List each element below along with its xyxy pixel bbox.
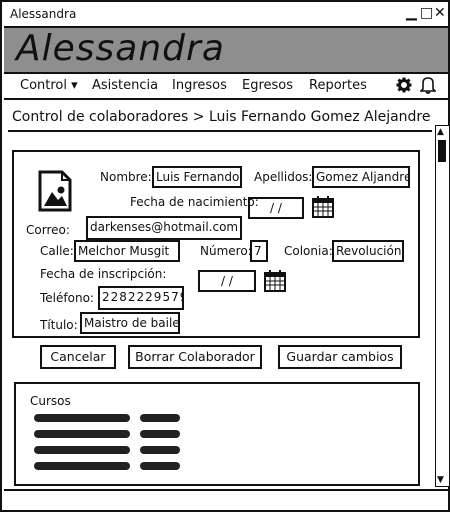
app-window: Alessandra ▁ □ ✕ Alessandra Control ▾ As… [0,0,450,512]
breadcrumb: Control de colaboradores > Luis Fernando… [12,109,431,125]
menu-asistencia[interactable]: Asistencia [92,78,158,93]
window-title: Alessandra [10,7,77,21]
status-bar [4,489,448,491]
cursos-title: Cursos [30,394,71,408]
save-changes-button[interactable]: Guardar cambios [278,345,402,369]
maximize-icon[interactable]: □ [420,6,433,20]
nombre-label: Nombre: [100,170,152,184]
correo-field[interactable]: darkenses@hotmail.com [86,216,242,240]
gear-icon[interactable] [396,77,412,93]
title-bar: Alessandra ▁ □ ✕ [4,4,448,24]
titulo-field[interactable]: Maistro de baile [80,312,180,334]
calendar-icon[interactable] [312,196,334,218]
calle-field[interactable]: Melchor Musgit [74,240,180,262]
titulo-label: Título: [40,318,78,332]
list-item[interactable] [34,414,130,422]
list-item[interactable] [34,446,130,454]
correo-label: Correo: [26,223,70,237]
banner-title: Alessandra [16,28,225,69]
list-item[interactable] [34,430,130,438]
colonia-label: Colonia: [284,244,333,258]
app-banner: Alessandra [4,26,448,74]
scroll-down-icon[interactable]: ▼ [437,475,444,485]
colonia-field[interactable]: Revolución [332,240,404,262]
collaborator-form: Nombre: Luis Fernando Apellidos: Gomez A… [12,150,420,338]
list-item[interactable] [34,462,130,470]
calendar-icon[interactable] [264,270,286,292]
telefono-label: Teléfono: [40,291,94,305]
scroll-thumb[interactable] [438,140,446,162]
list-item[interactable] [140,446,180,454]
profile-image-icon[interactable] [38,170,72,212]
nacimiento-field[interactable]: / / [248,197,304,219]
nombre-field[interactable]: Luis Fernando [152,166,242,188]
cursos-panel: Cursos [14,382,420,486]
apellidos-field[interactable]: Gomez Aljandre [312,166,410,188]
inscripcion-label: Fecha de inscripción: [40,267,167,281]
minimize-icon[interactable]: ▁ [406,6,417,20]
delete-collaborator-button[interactable]: Borrar Colaborador [128,345,262,369]
menu-ingresos[interactable]: Ingresos [172,78,227,93]
numero-label: Número: [200,244,252,258]
list-item[interactable] [140,430,180,438]
menu-bar: Control ▾ Asistencia Ingresos Egresos Re… [4,72,448,100]
cancel-button[interactable]: Cancelar [40,345,116,369]
numero-field[interactable]: 7 [250,240,268,262]
calle-label: Calle: [40,244,74,258]
scroll-up-icon[interactable]: ▲ [437,127,444,137]
vertical-scrollbar[interactable]: ▲ ▼ [435,125,450,487]
close-icon[interactable]: ✕ [434,6,446,20]
list-item[interactable] [140,414,180,422]
divider [8,130,432,132]
menu-reportes[interactable]: Reportes [309,78,367,93]
menu-control[interactable]: Control ▾ [20,78,78,93]
apellidos-label: Apellidos: [254,170,313,184]
nacimiento-label: Fecha de nacimiento: [130,195,259,209]
bell-icon[interactable] [420,76,436,94]
list-item[interactable] [140,462,180,470]
telefono-field[interactable]: 2282229579 [98,286,184,310]
inscripcion-field[interactable]: / / [198,270,256,292]
menu-egresos[interactable]: Egresos [242,78,293,93]
